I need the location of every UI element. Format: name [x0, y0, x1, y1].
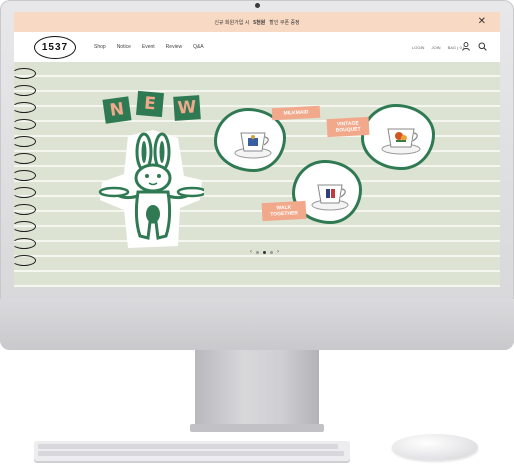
teacup-image — [234, 132, 272, 159]
new-letter-n: N — [102, 96, 132, 124]
login-link[interactable]: LOGIN — [412, 45, 424, 50]
util-links: LOGIN JOIN BAG ( 0 ) — [412, 32, 464, 62]
prev-arrow-icon[interactable]: ‹ — [250, 249, 252, 255]
site-header: 1537 Shop Notice Event Review Q&A LOGIN … — [14, 32, 500, 62]
slide-dot[interactable] — [256, 250, 259, 254]
logo-text: 1537 — [41, 42, 69, 53]
join-link[interactable]: JOIN — [431, 45, 440, 50]
logo[interactable]: 1537 — [34, 36, 76, 59]
slide-dot[interactable] — [270, 250, 273, 254]
cup-card-vintage-bouquet[interactable] — [361, 104, 435, 170]
teacup-image — [381, 128, 421, 155]
hero-slider[interactable]: N E W MILKMAID VINTAGE BOUQUET WALK TOGE… — [14, 62, 500, 287]
banner-highlight: 5천원 — [253, 19, 266, 26]
tag-milkmaid: MILKMAID — [271, 105, 321, 121]
nav-item-event[interactable]: Event — [142, 44, 155, 50]
new-letter-e: E — [136, 90, 164, 118]
notebook-rings — [14, 62, 36, 267]
new-letter-w: W — [173, 95, 201, 121]
promo-banner[interactable]: 신규 회원가입 시 5천원 할인 쿠폰 증정 — [14, 12, 500, 32]
next-arrow-icon[interactable]: › — [277, 249, 279, 255]
nav-item-shop[interactable]: Shop — [94, 44, 106, 50]
search-icon[interactable] — [478, 42, 487, 51]
monitor-stand — [195, 350, 319, 430]
close-icon[interactable]: ✕ — [478, 15, 486, 28]
user-icon[interactable] — [462, 42, 470, 51]
keyboard — [34, 441, 350, 461]
tag-vintage-bouquet: VINTAGE BOUQUET — [326, 116, 370, 138]
banner-suffix: 할인 쿠폰 증정 — [269, 19, 300, 26]
camera-icon — [255, 3, 260, 8]
nav-item-notice[interactable]: Notice — [117, 44, 131, 50]
monitor-stand-base — [190, 424, 324, 432]
rabbit-illustration — [98, 130, 204, 248]
teacup-image — [311, 184, 349, 211]
slider-pagination: ‹ › — [250, 249, 279, 255]
screen: 신규 회원가입 시 5천원 할인 쿠폰 증정 ✕ 1537 Shop Notic… — [14, 12, 500, 287]
slide-dot-active[interactable] — [263, 250, 266, 254]
mouse — [392, 434, 478, 460]
monitor-chin — [0, 299, 514, 350]
nav-item-qna[interactable]: Q&A — [193, 44, 204, 50]
nav-item-review[interactable]: Review — [166, 44, 182, 50]
main-nav: Shop Notice Event Review Q&A — [94, 32, 204, 62]
banner-prefix: 신규 회원가입 시 — [214, 19, 250, 26]
tag-walk-together: WALK TOGETHER — [261, 200, 307, 222]
